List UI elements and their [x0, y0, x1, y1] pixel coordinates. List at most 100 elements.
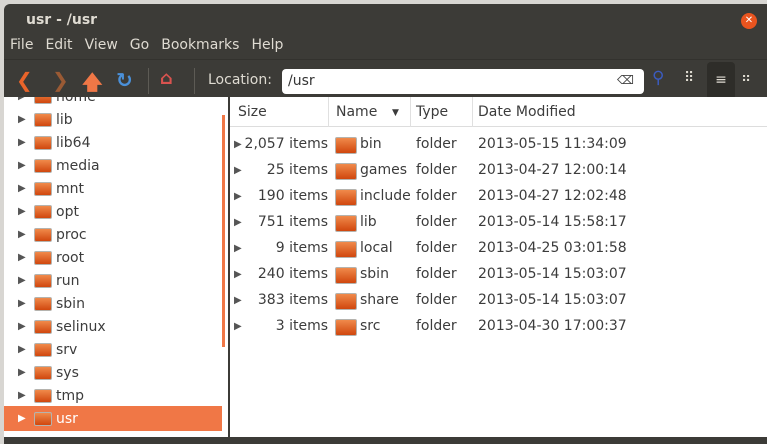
expander-icon[interactable]: ▶	[18, 97, 26, 102]
sidebar-item-label: srv	[56, 341, 78, 358]
menu-view[interactable]: View	[79, 32, 124, 59]
menu-help[interactable]: Help	[245, 32, 289, 59]
sidebar-item-proc[interactable]: ▶ proc	[4, 223, 222, 246]
sidebar-item-sbin[interactable]: ▶ sbin	[4, 292, 222, 315]
sidebar-item-root[interactable]: ▶ root	[4, 246, 222, 269]
back-icon[interactable]: ❮	[16, 68, 33, 92]
sidebar-item-media[interactable]: ▶ media	[4, 154, 222, 177]
sidebar-scrollbar[interactable]	[222, 115, 225, 347]
expander-icon[interactable]: ▶	[18, 252, 26, 263]
forward-icon[interactable]: ❯	[52, 68, 69, 92]
folder-icon	[335, 137, 357, 154]
sidebar-item-label: home	[56, 97, 96, 105]
sidebar-item-label: media	[56, 157, 100, 174]
file-name: lib	[360, 214, 377, 230]
sidebar-item-srv[interactable]: ▶ srv	[4, 338, 222, 361]
folder-icon	[335, 163, 357, 180]
expander-icon[interactable]: ▶	[234, 243, 242, 254]
expander-icon[interactable]: ▶	[234, 191, 242, 202]
file-type: folder	[416, 318, 457, 334]
expander-icon[interactable]: ▶	[18, 298, 26, 309]
file-row[interactable]: ▶ 240 items sbin folder 2013-05-14 15:03:07	[230, 262, 767, 288]
column-size[interactable]: Size	[238, 104, 267, 120]
folder-icon	[34, 388, 52, 403]
expander-icon[interactable]: ▶	[234, 269, 242, 280]
reload-icon[interactable]: ↻	[116, 68, 133, 92]
file-row[interactable]: ▶ 751 items lib folder 2013-05-14 15:58:17	[230, 210, 767, 236]
file-size: 190 items	[257, 188, 328, 204]
sidebar-item-lib64[interactable]: ▶ lib64	[4, 131, 222, 154]
file-row[interactable]: ▶ 383 items share folder 2013-05-14 15:03:07	[230, 288, 767, 314]
sidebar-item-label: tmp	[56, 387, 85, 404]
location-value: /usr	[288, 73, 315, 89]
menu-bookmarks[interactable]: Bookmarks	[155, 32, 245, 59]
file-row[interactable]: ▶ 2,057 items bin folder 2013-05-15 11:34:09	[230, 132, 767, 158]
expander-icon[interactable]: ▶	[18, 183, 26, 194]
close-button[interactable]: ✕	[741, 13, 757, 29]
expander-icon[interactable]: ▶	[234, 217, 242, 228]
sidebar-item-opt[interactable]: ▶ opt	[4, 200, 222, 223]
expander-icon[interactable]: ▶	[18, 321, 26, 332]
sidebar-item-sys[interactable]: ▶ sys	[4, 361, 222, 384]
column-type[interactable]: Type	[416, 104, 448, 120]
expander-icon[interactable]: ▶	[18, 367, 26, 378]
icon-view-icon[interactable]: ⠿	[684, 70, 694, 86]
sidebar-item-selinux[interactable]: ▶ selinux	[4, 315, 222, 338]
file-row[interactable]: ▶ 190 items include folder 2013-04-27 12:02:…	[230, 184, 767, 210]
menu-edit[interactable]: Edit	[39, 32, 78, 59]
divider	[194, 68, 195, 94]
file-row[interactable]: ▶ 25 items games folder 2013-04-27 12:00:14	[230, 158, 767, 184]
search-icon[interactable]: ⚲	[652, 68, 664, 88]
expander-icon[interactable]: ▶	[18, 114, 26, 125]
expander-icon[interactable]: ▶	[18, 344, 26, 355]
sidebar-item-tmp[interactable]: ▶ tmp	[4, 384, 222, 407]
file-name: share	[360, 292, 399, 308]
sidebar-item-lib[interactable]: ▶ lib	[4, 108, 222, 131]
expander-icon[interactable]: ▶	[18, 137, 26, 148]
home-icon[interactable]: ⌂	[160, 68, 173, 89]
file-type: folder	[416, 162, 457, 178]
folder-icon	[34, 158, 52, 173]
file-type: folder	[416, 136, 457, 152]
file-row[interactable]: ▶ 9 items local folder 2013-04-25 03:01:58	[230, 236, 767, 262]
expander-icon[interactable]: ▶	[18, 160, 26, 171]
divider	[148, 68, 149, 94]
sidebar-item-label: lib64	[56, 134, 91, 151]
file-name: bin	[360, 136, 382, 152]
file-type: folder	[416, 214, 457, 230]
sidebar-item-mnt[interactable]: ▶ mnt	[4, 177, 222, 200]
expander-icon[interactable]: ▶	[234, 321, 242, 332]
expander-icon[interactable]: ▶	[234, 295, 242, 306]
folder-icon	[335, 293, 357, 310]
file-row[interactable]: ▶ 3 items src folder 2013-04-30 17:00:37	[230, 314, 767, 340]
expander-icon[interactable]: ▶	[234, 165, 242, 176]
column-name[interactable]: Name	[336, 104, 377, 120]
expander-icon[interactable]: ▶	[18, 206, 26, 217]
file-type: folder	[416, 292, 457, 308]
expander-icon[interactable]: ▶	[18, 390, 26, 401]
menu-go[interactable]: Go	[124, 32, 155, 59]
sidebar-item-run[interactable]: ▶ run	[4, 269, 222, 292]
column-headers: Size Name ▼ Type Date Modified	[230, 97, 767, 127]
file-name: local	[360, 240, 393, 256]
expander-icon[interactable]: ▶	[18, 229, 26, 240]
folder-icon	[34, 112, 52, 127]
folder-icon	[34, 227, 52, 242]
sidebar-item-usr[interactable]: ▶ usr	[4, 406, 222, 431]
sidebar-item-label: opt	[56, 203, 79, 220]
expander-icon[interactable]: ▶	[18, 413, 26, 424]
expander-icon[interactable]: ▶	[18, 275, 26, 286]
file-size: 240 items	[257, 266, 328, 282]
folder-icon	[335, 319, 357, 336]
menu-file[interactable]: File	[4, 32, 39, 59]
file-date: 2013-04-27 12:00:14	[478, 162, 627, 178]
expander-icon[interactable]: ▶	[234, 139, 242, 150]
folder-icon	[34, 97, 52, 104]
sidebar-item-home[interactable]: ▶ home	[4, 97, 222, 108]
location-input[interactable]: /usr ⌫	[282, 69, 644, 94]
column-date[interactable]: Date Modified	[478, 104, 576, 120]
clear-icon[interactable]: ⌫	[617, 73, 634, 87]
file-size: 751 items	[257, 214, 328, 230]
list-view-icon[interactable]: ≡	[707, 62, 735, 100]
compact-view-icon[interactable]: ⠶	[741, 70, 751, 86]
